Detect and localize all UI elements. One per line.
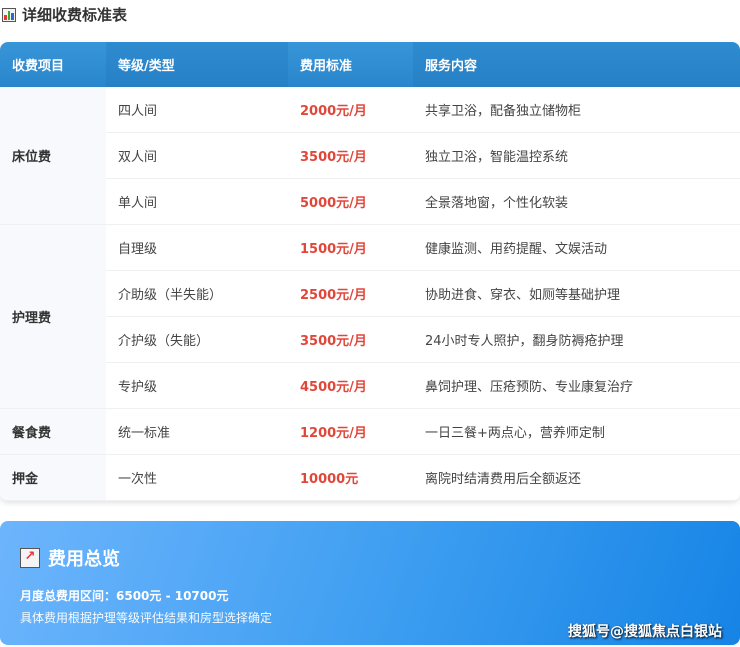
grade-cell: 统一标准 (106, 408, 288, 455)
page-title: 详细收费标准表 (2, 4, 127, 25)
grade-cell: 双人间 (106, 132, 288, 179)
grade-cell: 自理级 (106, 224, 288, 271)
category-cell: 床位费 (0, 87, 106, 225)
fee-table: 收费项目 等级/类型 费用标准 服务内容 床位费 四人间 2000元/月 共享卫浴，配… (0, 42, 740, 501)
table-row: 押金 一次性 10000元 离院时结清费用后全额返还 (0, 454, 740, 501)
price-cell: 3500元/月 (288, 316, 413, 363)
header-grade: 等级/类型 (106, 42, 288, 87)
service-cell: 全景落地窗，个性化软装 (413, 178, 740, 225)
trend-chart-icon: ↗ (20, 548, 40, 568)
table-row: 介助级（半失能） 2500元/月 协助进食、穿衣、如厕等基础护理 (0, 270, 740, 317)
service-cell: 独立卫浴，智能温控系统 (413, 132, 740, 179)
bar-chart-icon (2, 7, 16, 22)
category-cell: 押金 (0, 454, 106, 501)
price-cell: 2000元/月 (288, 87, 413, 133)
service-cell: 离院时结清费用后全额返还 (413, 454, 740, 501)
price-cell: 10000元 (288, 454, 413, 501)
table-row: 餐食费 统一标准 1200元/月 一日三餐+两点心，营养师定制 (0, 408, 740, 455)
category-cell: 餐食费 (0, 408, 106, 455)
service-cell: 共享卫浴，配备独立储物柜 (413, 87, 740, 133)
grade-cell: 一次性 (106, 454, 288, 501)
price-cell: 1500元/月 (288, 224, 413, 271)
summary-note: 具体费用根据护理等级评估结果和房型选择确定 (20, 611, 273, 625)
watermark: 搜狐号@搜狐焦点白银站 (568, 624, 722, 640)
header-category: 收费项目 (0, 42, 106, 87)
monthly-range: 月度总费用区间：6500元 - 10700元 (20, 589, 229, 603)
table-row: 双人间 3500元/月 独立卫浴，智能温控系统 (0, 132, 740, 179)
price-cell: 5000元/月 (288, 178, 413, 225)
header-price: 费用标准 (288, 42, 413, 87)
price-cell: 1200元/月 (288, 408, 413, 455)
service-cell: 24小时专人照护，翻身防褥疮护理 (413, 316, 740, 363)
price-cell: 2500元/月 (288, 270, 413, 317)
grade-cell: 四人间 (106, 87, 288, 133)
service-cell: 一日三餐+两点心，营养师定制 (413, 408, 740, 455)
title-text: 详细收费标准表 (22, 6, 128, 24)
table-row: 介护级（失能） 3500元/月 24小时专人照护，翻身防褥疮护理 (0, 316, 740, 363)
grade-cell: 介护级（失能） (106, 316, 288, 363)
table-row: 单人间 5000元/月 全景落地窗，个性化软装 (0, 178, 740, 225)
price-cell: 3500元/月 (288, 132, 413, 179)
table-row: 床位费 四人间 2000元/月 共享卫浴，配备独立储物柜 (0, 87, 740, 225)
price-cell: 4500元/月 (288, 362, 413, 409)
summary-title: ↗ 费用总览 (20, 545, 120, 571)
grade-cell: 介助级（半失能） (106, 270, 288, 317)
service-cell: 协助进食、穿衣、如厕等基础护理 (413, 270, 740, 317)
table-row: 专护级 4500元/月 鼻饲护理、压疮预防、专业康复治疗 (0, 362, 740, 409)
service-cell: 健康监测、用药提醒、文娱活动 (413, 224, 740, 271)
summary-title-text: 费用总览 (48, 549, 120, 570)
grade-cell: 单人间 (106, 178, 288, 225)
header-service: 服务内容 (413, 42, 740, 87)
service-cell: 鼻饲护理、压疮预防、专业康复治疗 (413, 362, 740, 409)
summary-card: ↗ 费用总览 月度总费用区间：6500元 - 10700元 具体费用根据护理等级评… (0, 521, 740, 645)
category-cell: 护理费 (0, 224, 106, 409)
grade-cell: 专护级 (106, 362, 288, 409)
table-row: 护理费 自理级 1500元/月 健康监测、用药提醒、文娱活动 (0, 224, 740, 409)
